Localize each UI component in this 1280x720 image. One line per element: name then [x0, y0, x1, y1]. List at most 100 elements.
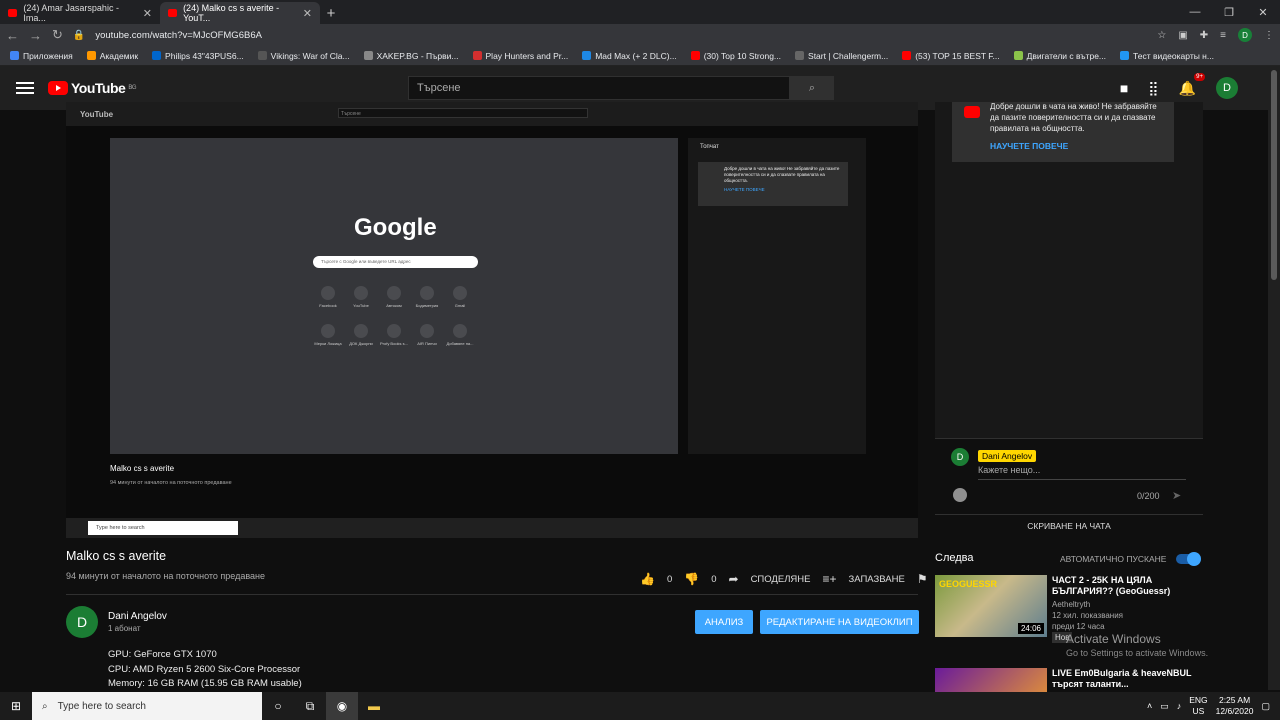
- bookmark-icon: [10, 51, 19, 60]
- account-avatar[interactable]: D: [1216, 77, 1238, 99]
- chat-message-input[interactable]: Кажете нещо...: [978, 465, 1186, 480]
- browser-tab-active[interactable]: (24) Malko cs s averite - YouT... ✕: [160, 2, 320, 24]
- inner-shortcut: Facebook: [313, 286, 343, 308]
- menu-icon[interactable]: [16, 82, 34, 94]
- shortcut-label: YouTube: [353, 303, 369, 308]
- media-icon[interactable]: ≡: [1220, 30, 1226, 41]
- notifications-icon[interactable]: 🔔 9+: [1179, 72, 1205, 97]
- cortana-icon[interactable]: ○: [262, 692, 294, 720]
- bookmark-item[interactable]: Philips 43"43PUS6...: [152, 51, 244, 61]
- close-tab-icon[interactable]: ✕: [303, 7, 312, 20]
- recommended-video[interactable]: GEOGUESSR 24:06 ЧАСТ 2 - 25K НА ЦЯЛА БЪЛ…: [935, 575, 1269, 643]
- bookmark-item[interactable]: Тест видеокарты н...: [1120, 51, 1214, 61]
- clock[interactable]: 2:25 AM 12/6/2020: [1216, 695, 1254, 717]
- bookmark-item[interactable]: Двигатели с вътре...: [1013, 51, 1106, 61]
- autoplay-label: АВТОМАТИЧНО ПУСКАНЕ: [1060, 554, 1167, 564]
- shortcut-icon: [321, 324, 335, 338]
- bookmark-icon: [582, 51, 592, 60]
- windows-start-icon[interactable]: ⊞: [0, 699, 32, 713]
- close-tab-icon[interactable]: ✕: [143, 7, 152, 20]
- share-icon[interactable]: ➦: [729, 572, 739, 586]
- learn-more-link[interactable]: НАУЧЕТЕ ПОВЕЧЕ: [990, 141, 1162, 152]
- bookmark-icon: [902, 51, 912, 60]
- analytics-button[interactable]: АНАЛИЗ: [695, 610, 753, 634]
- chrome-taskbar-icon[interactable]: ◉: [326, 692, 358, 720]
- shortcut-icon: [354, 324, 368, 338]
- file-explorer-icon[interactable]: ▬: [358, 692, 390, 720]
- shortcut-label: Автоком: [386, 303, 402, 308]
- emoji-icon[interactable]: [953, 488, 967, 502]
- bookmark-item[interactable]: Play Hunters and Pr...: [472, 51, 568, 61]
- shortcut-label: AIR Пинчи: [417, 341, 437, 346]
- bookmark-item[interactable]: Приложения: [10, 51, 73, 61]
- back-icon[interactable]: ←: [6, 28, 19, 43]
- tray-chevron-icon[interactable]: ˄: [1147, 701, 1152, 711]
- like-icon[interactable]: 👍: [640, 572, 655, 586]
- recommended-title[interactable]: LIVE Em0Bulgaria & heaveNBUL търсят тала…: [1052, 668, 1204, 690]
- reload-icon[interactable]: ↻: [52, 27, 63, 43]
- video-thumbnail[interactable]: [935, 668, 1047, 692]
- bookmark-label: (30) Top 10 Strong...: [703, 50, 782, 61]
- dislike-icon[interactable]: 👎: [684, 572, 699, 586]
- bookmark-star-icon[interactable]: ☆: [1157, 30, 1166, 41]
- bookmark-item[interactable]: XAKEP.BG - Първи...: [363, 51, 459, 61]
- video-thumbnail[interactable]: GEOGUESSR 24:06: [935, 575, 1047, 637]
- notifications-center-icon[interactable]: ▢: [1261, 701, 1270, 712]
- share-button[interactable]: СПОДЕЛЯНЕ: [751, 574, 811, 585]
- close-window-icon[interactable]: ✕: [1246, 0, 1280, 24]
- report-flag-icon[interactable]: ⚑: [917, 572, 928, 586]
- save-button[interactable]: ЗАПАЗВАНЕ: [849, 574, 905, 585]
- taskbar-search[interactable]: ⌕ Type here to search: [32, 692, 262, 720]
- bookmark-item[interactable]: (30) Top 10 Strong...: [690, 50, 782, 61]
- bookmark-item[interactable]: (53) TOP 15 BEST F...: [902, 51, 1000, 61]
- volume-icon[interactable]: ♪: [1177, 701, 1182, 711]
- bookmark-item[interactable]: Vikings: War of Cla...: [257, 51, 350, 61]
- edit-video-button[interactable]: РЕДАКТИРАНЕ НА ВИДЕОКЛИП: [760, 610, 919, 634]
- language-indicator[interactable]: ENG US: [1189, 695, 1207, 717]
- scrollbar-thumb[interactable]: [1271, 70, 1277, 280]
- hide-chat-button[interactable]: СКРИВАНЕ НА ЧАТА: [935, 514, 1203, 536]
- save-icon[interactable]: ≡+: [823, 572, 837, 586]
- lock-icon[interactable]: 🔒: [73, 30, 85, 41]
- minimize-icon[interactable]: —: [1178, 0, 1212, 24]
- tab-title: (24) Malko cs s averite - YouT...: [183, 3, 280, 23]
- char-counter: 0/200: [1137, 491, 1160, 501]
- forward-icon[interactable]: →: [29, 28, 42, 43]
- new-tab-button[interactable]: +: [320, 2, 342, 24]
- search-input[interactable]: Търсене: [408, 76, 790, 100]
- autoplay-toggle[interactable]: [1176, 552, 1202, 566]
- bookmark-icon: [1120, 51, 1130, 60]
- date: 12/6/2020: [1215, 706, 1254, 716]
- extension-icon[interactable]: ▣: [1178, 30, 1187, 41]
- bookmark-item[interactable]: Start | Challengerm...: [795, 51, 888, 61]
- page-scrollbar[interactable]: [1268, 66, 1280, 690]
- chat-welcome-text: Добре дошли в чата на живо! Не забравяйт…: [990, 102, 1157, 133]
- url-field[interactable]: youtube.com/watch?v=MJcOFMG6B6A: [95, 30, 1147, 41]
- bookmark-label: Академик: [99, 50, 139, 61]
- bookmark-item[interactable]: Mad Max (+ 2 DLC)...: [582, 51, 677, 61]
- menu-dots-icon[interactable]: ⋮: [1264, 30, 1274, 41]
- send-icon[interactable]: ➤: [1172, 489, 1181, 502]
- task-view-icon[interactable]: ⧉: [294, 692, 326, 720]
- recommended-title[interactable]: ЧАСТ 2 - 25K НА ЦЯЛА БЪЛГАРИЯ?? (GeoGues…: [1052, 575, 1204, 597]
- video-duration: 24:06: [1017, 623, 1044, 634]
- search-button[interactable]: ⌕: [790, 76, 834, 100]
- create-video-icon[interactable]: ■: [1120, 80, 1128, 96]
- apps-grid-icon[interactable]: ⣿: [1148, 80, 1158, 97]
- video-player[interactable]: YouTube Търсене Google Търсете с Google …: [66, 102, 918, 538]
- bookmark-item[interactable]: Академик: [86, 50, 139, 61]
- network-icon[interactable]: ▭: [1160, 701, 1169, 712]
- channel-avatar[interactable]: D: [66, 606, 98, 638]
- maximize-icon[interactable]: ❐: [1212, 0, 1246, 24]
- shortcut-icon: [420, 286, 434, 300]
- recommended-video[interactable]: LIVE Em0Bulgaria & heaveNBUL търсят тала…: [935, 668, 1269, 692]
- youtube-logo[interactable]: YouTube BG: [48, 80, 136, 96]
- inner-shortcut: Добавяне на...: [445, 324, 475, 346]
- puzzle-icon[interactable]: ✚: [1200, 30, 1208, 41]
- profile-avatar[interactable]: D: [1238, 28, 1252, 42]
- channel-name[interactable]: Dani Angelov: [108, 611, 167, 622]
- shortcut-icon: [321, 286, 335, 300]
- taskbar-search-text: Type here to search: [57, 700, 146, 712]
- inner-google-logo: Google: [354, 214, 437, 241]
- browser-tab[interactable]: (24) Amar Jasarspahic - Ima... ✕: [0, 2, 160, 24]
